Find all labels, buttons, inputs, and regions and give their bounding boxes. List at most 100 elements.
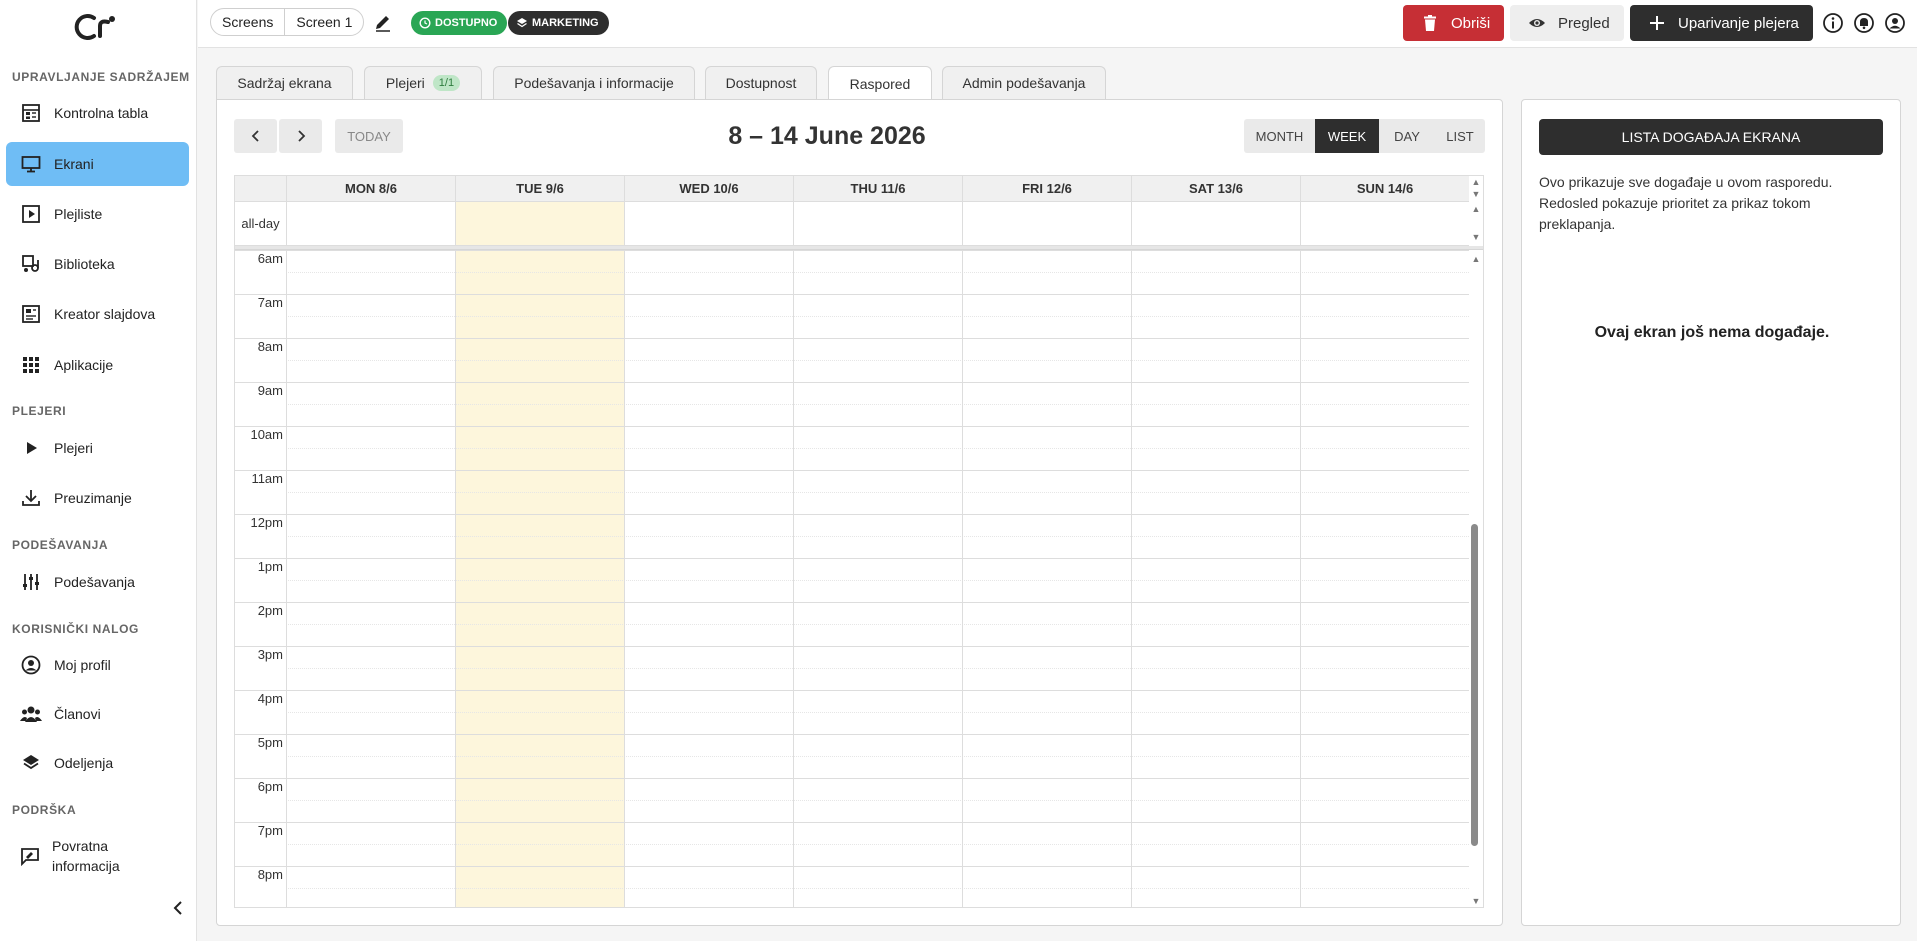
sidebar-item-label: Plejeri <box>54 440 93 456</box>
today-button[interactable]: TODAY <box>335 119 403 153</box>
sliders-icon <box>20 571 42 593</box>
sidebar-item-slide-creator[interactable]: Kreator slajdova <box>6 292 189 336</box>
allday-scroll-down-arrow-icon[interactable]: ▼ <box>1471 232 1481 242</box>
hour-label: 7am <box>257 295 283 310</box>
delete-button[interactable]: Obriši <box>1403 5 1505 41</box>
view-day-button[interactable]: DAY <box>1379 119 1435 153</box>
hour-line <box>235 690 1469 691</box>
hour-line <box>235 866 1469 867</box>
sidebar-item-screens[interactable]: Ekrani <box>6 142 189 186</box>
half-hour-line <box>286 624 1469 625</box>
time-scroll-up-arrow-icon[interactable]: ▲ <box>1471 254 1481 264</box>
allday-scroll-up-arrow-icon[interactable]: ▲ <box>1471 204 1481 214</box>
breadcrumb: Screens Screen 1 <box>210 8 365 36</box>
sidebar-item-profile[interactable]: Moj profil <box>6 643 189 687</box>
time-scrollbar-thumb[interactable] <box>1471 524 1478 846</box>
half-hour-line <box>286 800 1469 801</box>
hour-label: 11am <box>251 471 283 486</box>
view-list-button[interactable]: LIST <box>1435 119 1485 153</box>
members-icon <box>20 703 42 725</box>
section-title-support: PODRŠKA <box>12 803 77 817</box>
monitor-icon <box>20 153 42 175</box>
breadcrumb-screen-1[interactable]: Screen 1 <box>285 9 363 35</box>
breadcrumb-screens[interactable]: Screens <box>211 9 284 35</box>
time-scroll-down-arrow-icon[interactable]: ▼ <box>1471 896 1481 906</box>
tab-label: Plejeri <box>385 75 425 91</box>
hour-line <box>235 382 1469 383</box>
week-grid: MON 8/6 TUE 9/6 WED 10/6 THU 11/6 FRI 12/6 SA… <box>234 175 1484 908</box>
tab-label: Podešavanja i informacije <box>514 75 674 91</box>
hour-line <box>235 646 1469 647</box>
time-grid[interactable]: 6am 7am 8am 9am 10am 11am 12pm 1pm 2pm 3pm 4pm 5pm 6… <box>235 250 1469 907</box>
events-list-panel: LISTA DOGAĐAJA EKRANA Ovo prikazuje sve … <box>1521 99 1901 926</box>
sidebar-item-members[interactable]: Članovi <box>6 692 189 736</box>
download-icon <box>20 487 42 509</box>
events-description: Ovo prikazuje sve događaje u ovom raspor… <box>1539 174 1833 232</box>
info-icon[interactable] <box>1822 12 1844 34</box>
section-title-account: KORISNIČKI NALOG <box>12 622 139 636</box>
sidebar-item-label: Preuzimanje <box>54 490 132 506</box>
tab-schedule[interactable]: Raspored <box>828 66 932 101</box>
prev-week-button[interactable] <box>234 119 277 153</box>
half-hour-line <box>286 668 1469 669</box>
sidebar-item-dashboard[interactable]: Kontrolna tabla <box>6 91 189 135</box>
sidebar-item-library[interactable]: Biblioteka <box>6 242 189 286</box>
allday-cell[interactable] <box>1300 202 1469 246</box>
scroll-up-arrow-icon[interactable]: ▲ <box>1471 177 1481 187</box>
tab-admin-settings[interactable]: Admin podešavanja <box>942 66 1106 99</box>
hour-label: 6am <box>257 251 283 266</box>
notification-bell-icon[interactable] <box>1853 12 1875 34</box>
hour-label: 12pm <box>250 515 283 530</box>
hour-line <box>235 294 1469 295</box>
sidebar-item-feedback[interactable]: Povratna informacija <box>6 832 156 880</box>
sidebar-item-label: Ekrani <box>54 156 94 172</box>
tab-availability[interactable]: Dostupnost <box>705 66 817 99</box>
sidebar-item-label: Povratna informacija <box>52 838 120 874</box>
preview-button-label: Pregled <box>1558 14 1610 32</box>
sidebar-item-departments[interactable]: Odeljenja <box>6 741 189 785</box>
tab-screen-content[interactable]: Sadržaj ekrana <box>216 66 353 99</box>
allday-cell[interactable] <box>624 202 793 246</box>
status-badge: DOSTUPNO <box>411 11 508 35</box>
sidebar-item-players[interactable]: Plejeri <box>6 426 189 470</box>
today-column-highlight <box>455 250 624 907</box>
pair-player-button[interactable]: Uparivanje plejera <box>1630 5 1813 41</box>
view-switcher: MONTH WEEK DAY LIST <box>1244 119 1485 153</box>
preview-button[interactable]: Pregled <box>1510 5 1624 41</box>
layers-icon <box>517 18 527 28</box>
sidebar-item-label: Biblioteka <box>54 256 115 272</box>
hour-line <box>235 250 1469 251</box>
day-header: SAT 13/6 <box>1131 176 1300 202</box>
hour-label: 5pm <box>257 735 283 750</box>
layers-icon <box>20 752 42 774</box>
tab-players[interactable]: Plejeri 1/1 <box>364 66 482 99</box>
profile-icon <box>20 654 42 676</box>
sidebar-item-download[interactable]: Preuzimanje <box>6 476 189 520</box>
allday-cell[interactable] <box>286 202 455 246</box>
view-month-button[interactable]: MONTH <box>1244 119 1315 153</box>
screen-events-list-button[interactable]: LISTA DOGAĐAJA EKRANA <box>1539 119 1883 155</box>
scroll-down-arrow-icon[interactable]: ▼ <box>1471 189 1481 199</box>
hour-label: 9am <box>257 383 283 398</box>
allday-cell[interactable] <box>962 202 1131 246</box>
allday-cell[interactable] <box>1131 202 1300 246</box>
sidebar-item-playlists[interactable]: Plejliste <box>6 192 189 236</box>
hour-line <box>235 602 1469 603</box>
account-icon[interactable] <box>1884 12 1906 34</box>
half-hour-line <box>286 712 1469 713</box>
view-week-button[interactable]: WEEK <box>1315 119 1379 153</box>
collapse-sidebar-icon[interactable] <box>168 898 188 918</box>
sidebar-item-settings[interactable]: Podešavanja <box>6 560 189 604</box>
tab-settings-info[interactable]: Podešavanja i informacije <box>493 66 695 99</box>
hour-label: 3pm <box>257 647 283 662</box>
app-logo-icon[interactable] <box>72 12 122 44</box>
sidebar: UPRAVLJANJE SADRŽAJEM Kontrolna tabla Ek… <box>0 0 197 941</box>
sidebar-item-apps[interactable]: Aplikacije <box>6 343 189 387</box>
sidebar-item-label: Članovi <box>54 706 101 722</box>
allday-cell[interactable] <box>793 202 962 246</box>
top-bar: Screens Screen 1 DOSTUPNO MARKETING Obri… <box>198 0 1917 48</box>
next-week-button[interactable] <box>279 119 322 153</box>
day-column-line <box>624 250 625 907</box>
allday-cell[interactable] <box>455 202 624 246</box>
edit-pencil-icon[interactable] <box>373 12 393 32</box>
